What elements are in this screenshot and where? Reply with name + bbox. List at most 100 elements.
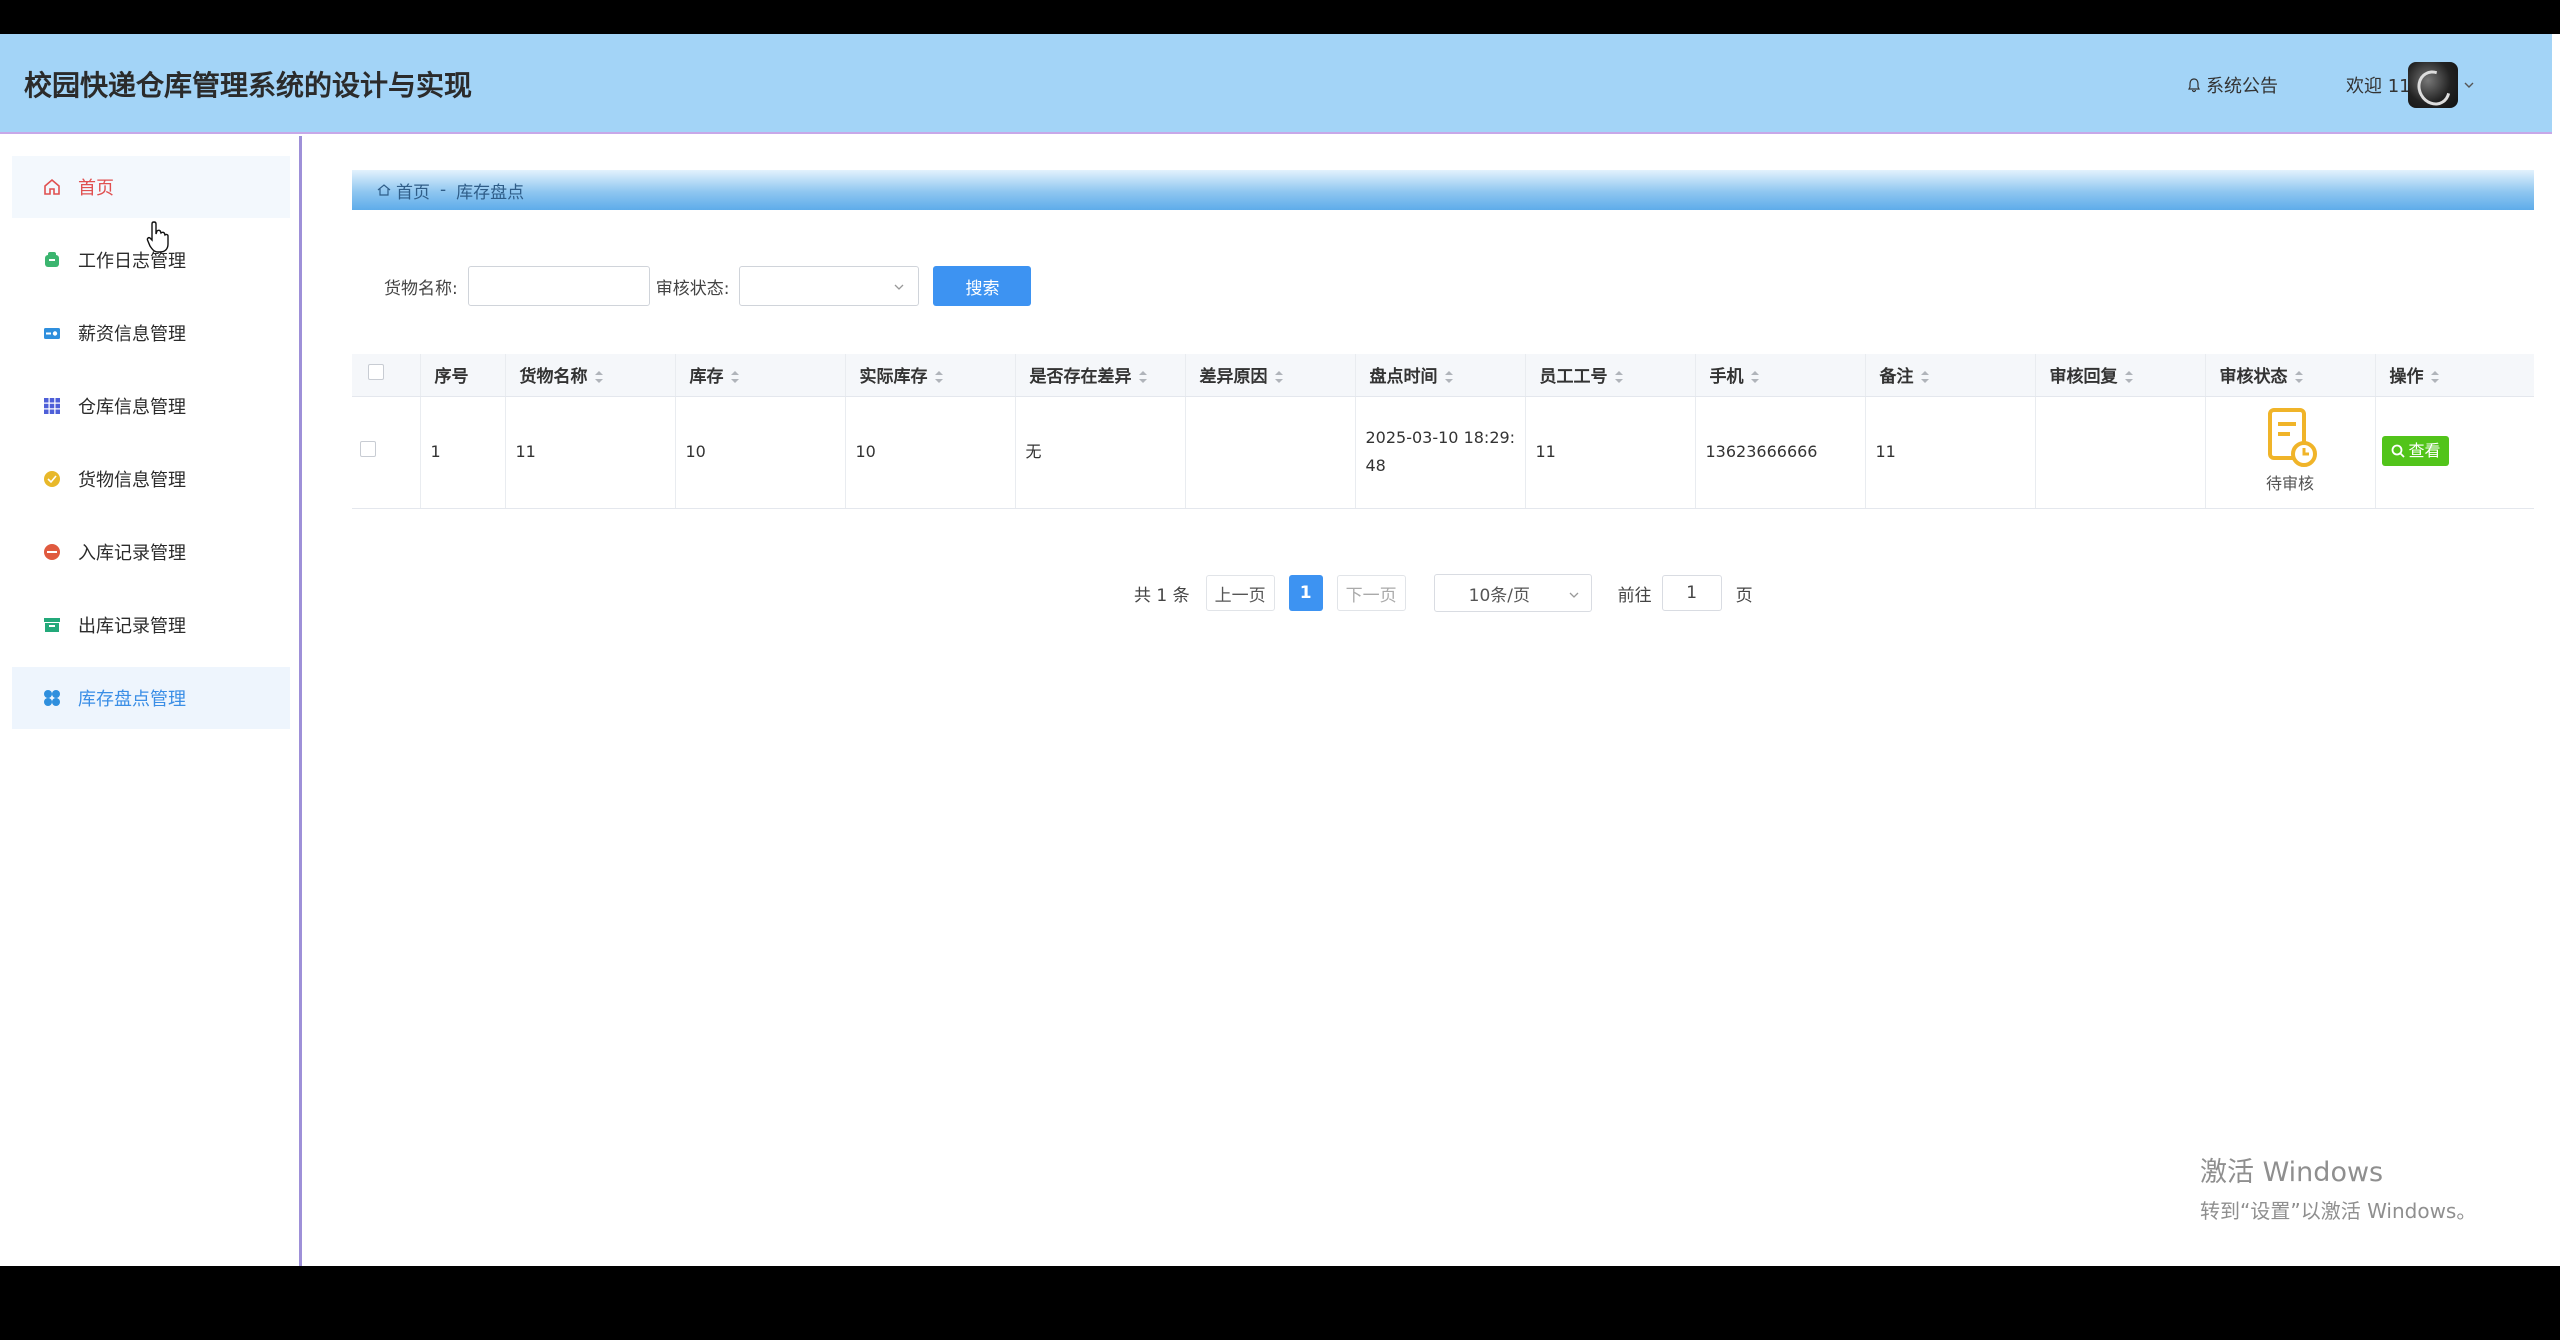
search-bar: 货物名称: 审核状态: 搜索 bbox=[352, 264, 1032, 308]
column-header-actions[interactable]: 操作 bbox=[2375, 354, 2534, 397]
cell-actions: 查看 bbox=[2375, 396, 2534, 509]
select-all-cell bbox=[352, 354, 421, 397]
cell-difference-reason bbox=[1185, 396, 1356, 509]
goods-name-label: 货物名称: bbox=[384, 278, 458, 299]
sidebar-item-outbound[interactable]: 出库记录管理 bbox=[12, 594, 290, 656]
cell-review-reply bbox=[2035, 396, 2206, 509]
goto-label: 前往 bbox=[1617, 585, 1652, 606]
sidebar-item-home[interactable]: 首页 bbox=[12, 156, 290, 218]
home-icon bbox=[44, 178, 60, 195]
column-header-label: 货物名称 bbox=[519, 367, 588, 388]
watermark-title: 激活 Windows bbox=[2200, 1157, 2384, 1188]
sidebar-item-inventory[interactable]: 库存盘点管理 bbox=[12, 667, 290, 729]
prev-page-button[interactable]: 上一页 bbox=[1205, 575, 1275, 611]
select-all-checkbox[interactable] bbox=[368, 364, 384, 381]
column-header-stock[interactable]: 库存 bbox=[675, 354, 846, 397]
column-header-label: 审核状态 bbox=[2219, 367, 2288, 388]
search-button[interactable]: 搜索 bbox=[933, 266, 1032, 306]
breadcrumb: 首页 - 库存盘点 bbox=[352, 170, 2534, 210]
column-header-label: 是否存在差异 bbox=[1029, 367, 1132, 388]
column-header-review-reply[interactable]: 审核回复 bbox=[2035, 354, 2206, 397]
sort-icon[interactable] bbox=[730, 370, 740, 384]
column-header-label: 操作 bbox=[2389, 367, 2424, 388]
breadcrumb-home[interactable]: 首页 bbox=[396, 178, 430, 203]
sort-icon[interactable] bbox=[2430, 370, 2440, 384]
sort-icon[interactable] bbox=[1138, 370, 1148, 384]
cell-index: 1 bbox=[420, 396, 506, 509]
column-header-employee-no[interactable]: 员工工号 bbox=[1525, 354, 1696, 397]
column-header-actual-stock[interactable]: 实际库存 bbox=[845, 354, 1016, 397]
next-page-button[interactable]: 下一页 bbox=[1336, 575, 1406, 611]
sort-icon[interactable] bbox=[594, 370, 604, 384]
table-row: 1 11 10 10 无 2025-03-10 18:29:48 11 1362… bbox=[352, 396, 2534, 509]
review-status-text: 待审核 bbox=[2265, 474, 2314, 493]
sidebar-item-label: 首页 bbox=[78, 178, 114, 199]
column-header-review-status[interactable]: 审核状态 bbox=[2205, 354, 2376, 397]
cell-employee-no: 11 bbox=[1525, 396, 1696, 509]
table-header-row: 序号 货物名称 库存 实际库存 是否存在差异 差异原因 盘点时间 员工工号 手机… bbox=[352, 354, 2534, 397]
column-header-label: 手机 bbox=[1709, 367, 1744, 388]
sort-icon[interactable] bbox=[1920, 370, 1930, 384]
row-checkbox[interactable] bbox=[360, 441, 376, 457]
sidebar-item-label: 出库记录管理 bbox=[78, 616, 186, 637]
top-header: 校园快递仓库管理系统的设计与实现 系统公告 欢迎 11 bbox=[0, 34, 2552, 134]
search-icon bbox=[2391, 444, 2405, 458]
user-avatar[interactable] bbox=[2408, 62, 2458, 108]
bell-icon bbox=[2188, 78, 2200, 93]
sidebar-item-warehouse[interactable]: 仓库信息管理 bbox=[12, 375, 290, 437]
goods-icon bbox=[44, 471, 60, 487]
inbound-icon bbox=[44, 544, 60, 560]
chevron-down-icon[interactable] bbox=[2462, 78, 2476, 92]
page-size-value: 10条/页 bbox=[1468, 585, 1530, 606]
sidebar-item-label: 仓库信息管理 bbox=[78, 397, 186, 418]
home-icon[interactable] bbox=[376, 182, 392, 198]
pagination: 共 1 条 上一页 1 下一页 10条/页 前往 1 页 bbox=[1134, 574, 1753, 612]
app-window: 校园快递仓库管理系统的设计与实现 系统公告 欢迎 11 首页 工作日志管理 薪资… bbox=[0, 34, 2560, 1266]
breadcrumb-current: 库存盘点 bbox=[456, 182, 525, 203]
hand-cursor-icon bbox=[146, 221, 169, 253]
column-header-phone[interactable]: 手机 bbox=[1695, 354, 1866, 397]
cell-stock: 10 bbox=[675, 396, 846, 509]
column-header-has-difference[interactable]: 是否存在差异 bbox=[1015, 354, 1186, 397]
letterbox-bottom bbox=[0, 1266, 2560, 1340]
review-status-label: 审核状态: bbox=[655, 278, 730, 299]
sidebar-item-salary[interactable]: 薪资信息管理 bbox=[12, 302, 290, 364]
row-select-cell bbox=[352, 396, 421, 509]
page-size-select[interactable]: 10条/页 bbox=[1433, 574, 1592, 612]
goods-name-input[interactable] bbox=[467, 266, 650, 306]
sort-icon[interactable] bbox=[2124, 370, 2134, 384]
breadcrumb-separator: - bbox=[440, 180, 447, 200]
column-header-label: 实际库存 bbox=[859, 367, 928, 388]
review-status-select[interactable] bbox=[739, 266, 920, 306]
column-header-check-time[interactable]: 盘点时间 bbox=[1355, 354, 1526, 397]
welcome-text: 欢迎 11 bbox=[2346, 76, 2411, 97]
inventory-table: 序号 货物名称 库存 实际库存 是否存在差异 差异原因 盘点时间 员工工号 手机… bbox=[352, 354, 2534, 509]
sort-icon[interactable] bbox=[934, 370, 944, 384]
cell-check-time: 2025-03-10 18:29:48 bbox=[1355, 396, 1526, 509]
column-header-goods-name[interactable]: 货物名称 bbox=[505, 354, 676, 397]
sidebar-item-inbound[interactable]: 入库记录管理 bbox=[12, 521, 290, 583]
goto-page-input[interactable]: 1 bbox=[1661, 575, 1722, 611]
view-button-label: 查看 bbox=[2408, 441, 2441, 460]
sort-icon[interactable] bbox=[1444, 370, 1454, 384]
system-notice-link[interactable]: 系统公告 bbox=[2186, 72, 2278, 98]
page-number-current[interactable]: 1 bbox=[1288, 575, 1323, 611]
cell-phone: 13623666666 bbox=[1695, 396, 1866, 509]
chevron-down-icon bbox=[1569, 592, 1579, 598]
sort-icon[interactable] bbox=[1614, 370, 1624, 384]
inventory-icon bbox=[44, 690, 60, 706]
sidebar-item-label: 入库记录管理 bbox=[78, 543, 186, 564]
sort-icon[interactable] bbox=[2294, 370, 2304, 384]
sort-icon[interactable] bbox=[1750, 370, 1760, 384]
watermark-subtitle: 转到“设置”以激活 Windows。 bbox=[2200, 1199, 2477, 1223]
sidebar: 首页 工作日志管理 薪资信息管理 仓库信息管理 货物信息管理 入库记录管理 出库… bbox=[0, 136, 302, 1266]
column-header-remark[interactable]: 备注 bbox=[1865, 354, 2036, 397]
page-unit-label: 页 bbox=[1735, 585, 1753, 606]
system-title: 校园快递仓库管理系统的设计与实现 bbox=[24, 69, 473, 102]
windows-activation-watermark: 激活 Windows 转到“设置”以激活 Windows。 bbox=[2200, 1150, 2476, 1224]
column-header-index: 序号 bbox=[420, 354, 506, 397]
column-header-difference-reason[interactable]: 差异原因 bbox=[1185, 354, 1356, 397]
sidebar-item-goods[interactable]: 货物信息管理 bbox=[12, 448, 290, 510]
sort-icon[interactable] bbox=[1274, 370, 1284, 384]
view-button[interactable]: 查看 bbox=[2381, 436, 2449, 466]
